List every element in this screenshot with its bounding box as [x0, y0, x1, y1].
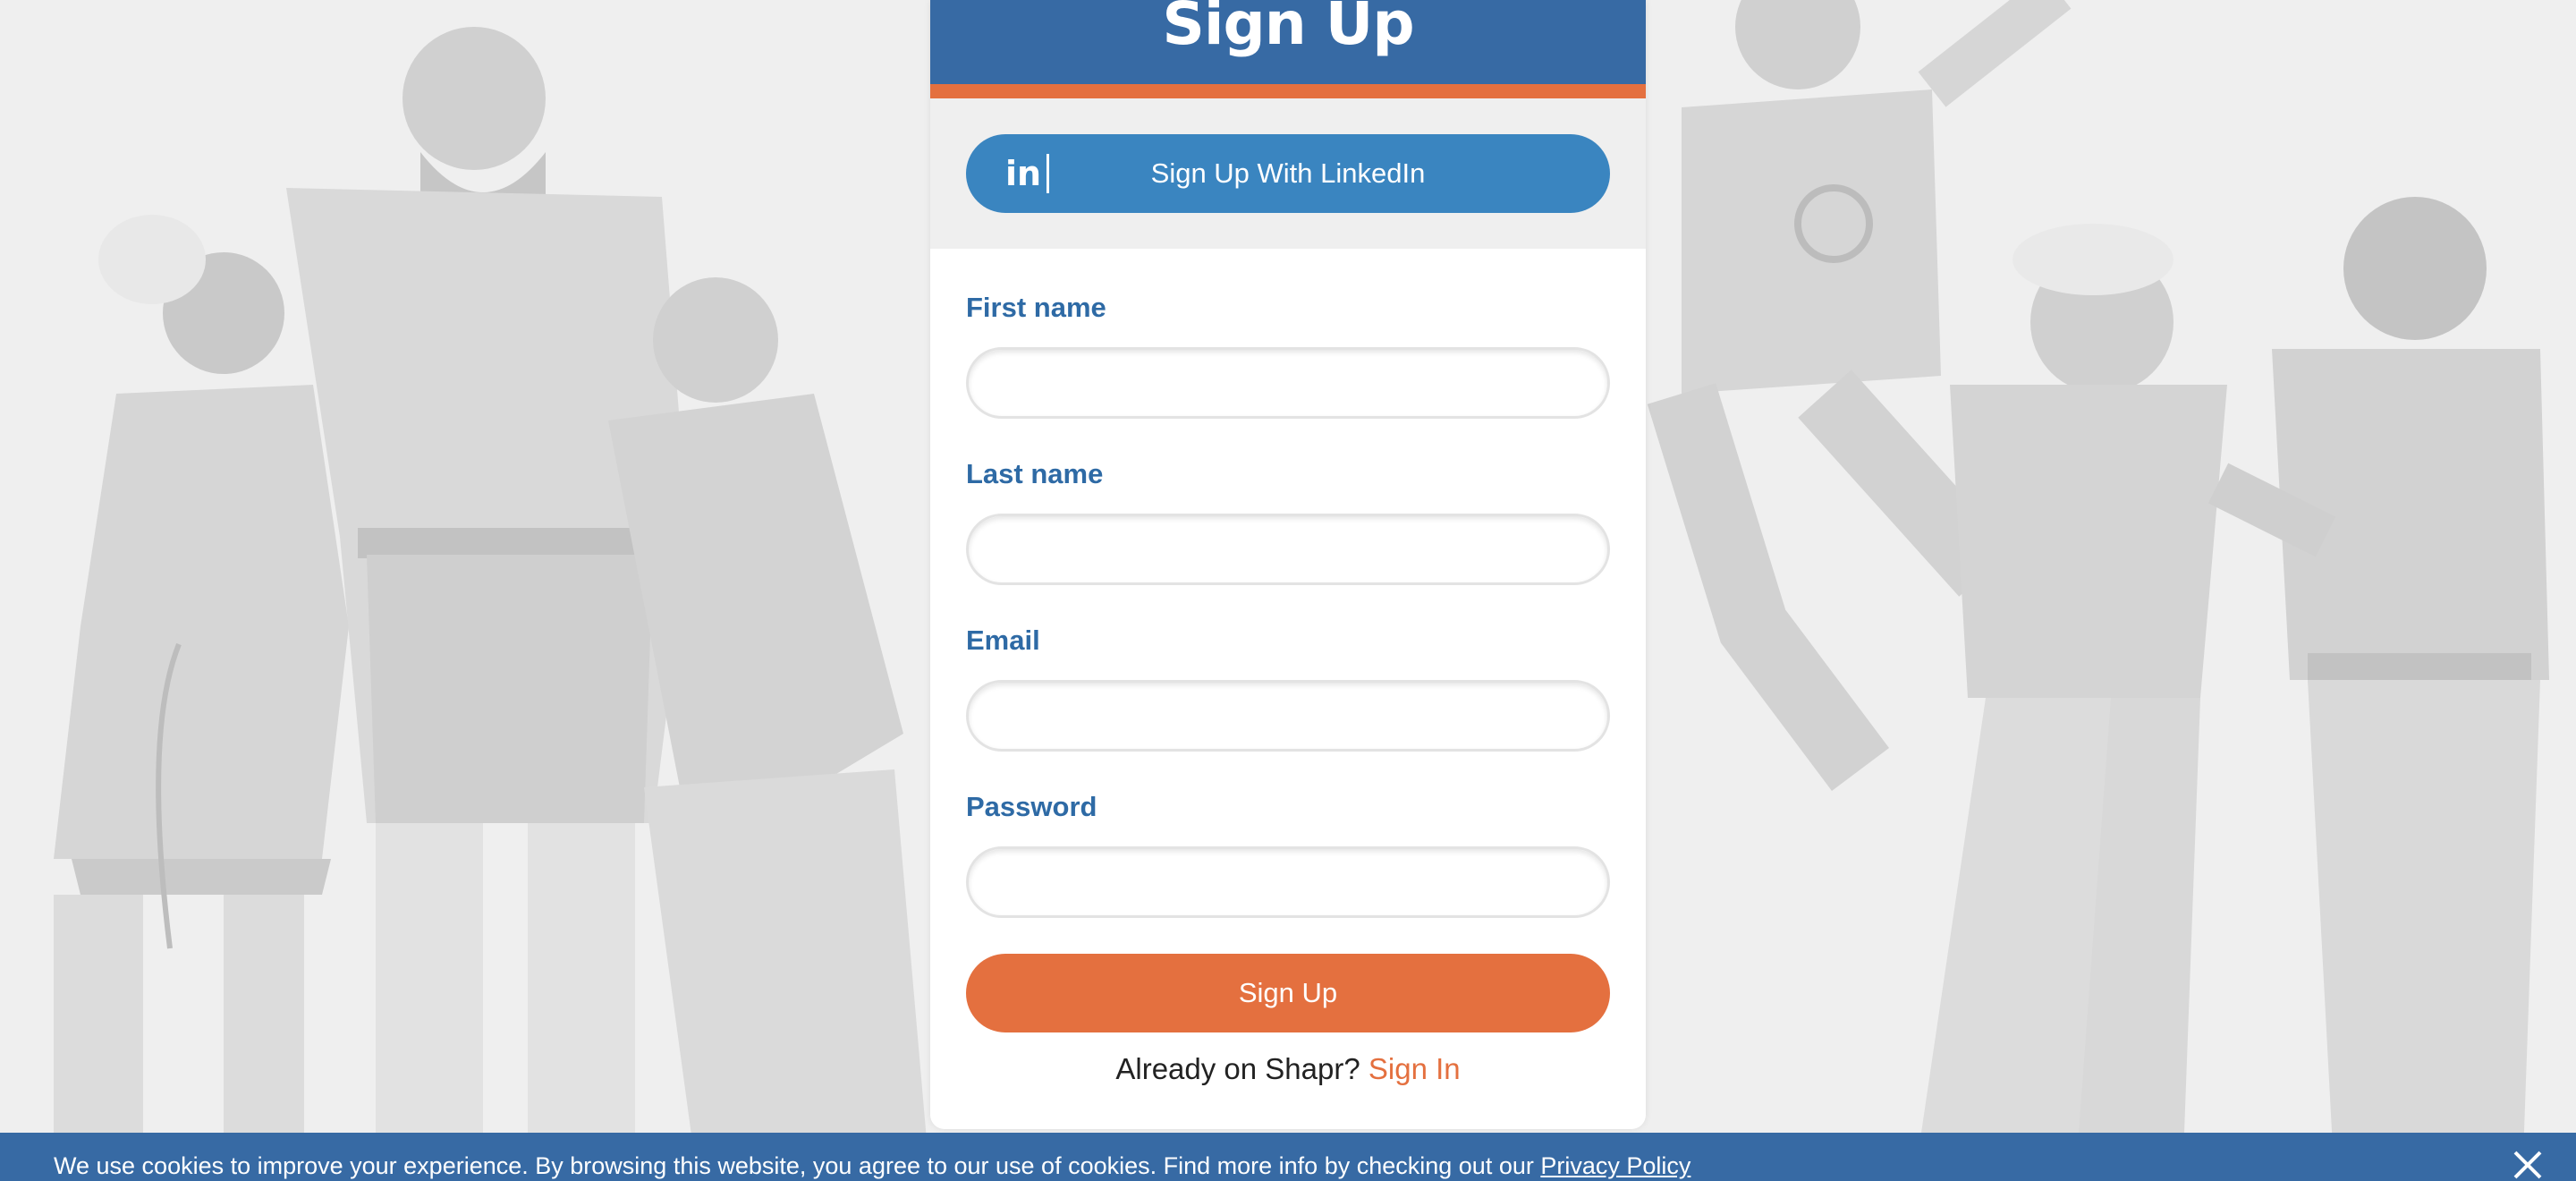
linkedin-icon: in	[1005, 154, 1042, 193]
email-field[interactable]	[966, 680, 1610, 752]
cookie-message: We use cookies to improve your experienc…	[54, 1152, 1541, 1179]
signup-form: First name Last name Email Password Sign…	[930, 292, 1646, 1086]
people-illustration-right	[1647, 0, 2549, 1181]
first-name-field[interactable]	[966, 347, 1610, 419]
signin-link[interactable]: Sign In	[1368, 1052, 1461, 1085]
social-signup-area: in Sign Up With LinkedIn	[930, 98, 1646, 249]
card-header: Sign Up	[930, 0, 1646, 98]
people-illustration-left	[54, 27, 930, 1181]
privacy-policy-link[interactable]: Privacy Policy	[1540, 1152, 1690, 1179]
signup-card: Sign Up in Sign Up With LinkedIn First n…	[930, 0, 1646, 1129]
linkedin-signup-label: Sign Up With LinkedIn	[1150, 157, 1426, 189]
last-name-field[interactable]	[966, 514, 1610, 585]
signin-row: Already on Shapr? Sign In	[966, 1052, 1610, 1086]
linkedin-signup-button[interactable]: in Sign Up With LinkedIn	[966, 134, 1610, 213]
signup-submit-button[interactable]: Sign Up	[966, 954, 1610, 1032]
last-name-label: Last name	[966, 458, 1104, 489]
close-icon[interactable]	[2512, 1149, 2544, 1181]
divider	[1046, 154, 1049, 193]
signup-page: Sign Up in Sign Up With LinkedIn First n…	[0, 0, 2576, 1181]
password-field[interactable]	[966, 846, 1610, 918]
signin-prompt: Already on Shapr?	[1115, 1052, 1368, 1085]
password-label: Password	[966, 791, 1097, 822]
first-name-label: First name	[966, 292, 1106, 323]
page-title: Sign Up	[1162, 0, 1414, 58]
email-label: Email	[966, 624, 1040, 656]
cookie-banner: We use cookies to improve your experienc…	[0, 1133, 2576, 1181]
